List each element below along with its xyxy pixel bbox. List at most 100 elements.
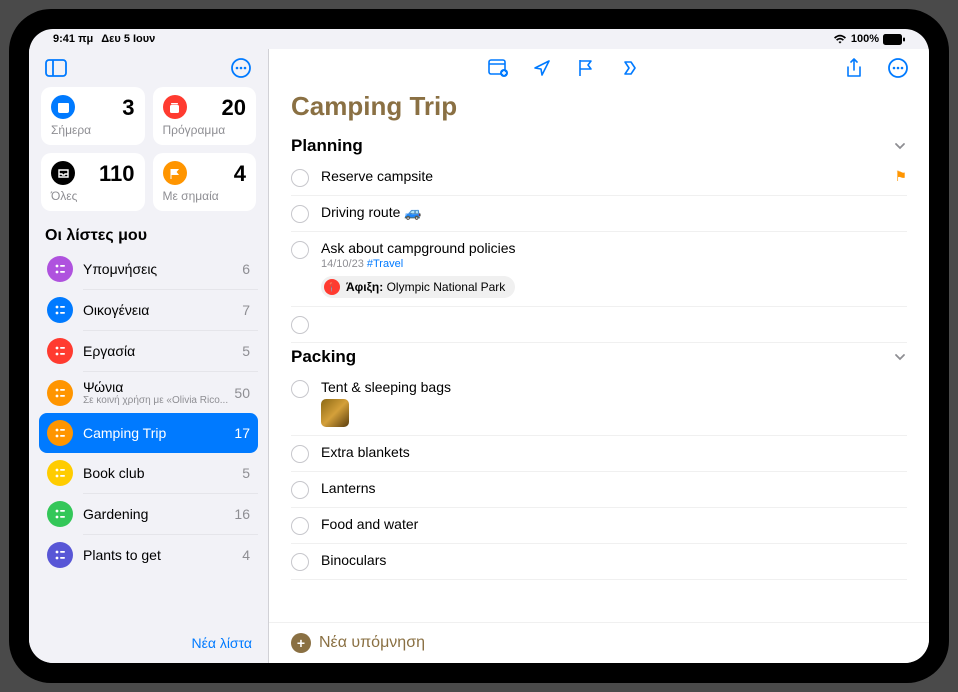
list-name-label: Plants to get [83, 547, 236, 563]
reminder-title: Lanterns [321, 480, 907, 496]
sidebar-list-item[interactable]: Gardening 16 [39, 494, 258, 534]
list-icon [47, 460, 73, 486]
reminder-checkbox[interactable] [291, 241, 309, 259]
location-chip[interactable]: 📍 Άφιξη: Olympic National Park [321, 276, 515, 298]
sidebar: 3 Σήμερα 20 Πρόγραμμα 110 Όλες 4 Με σημα… [29, 49, 269, 663]
reminder-checkbox[interactable] [291, 517, 309, 535]
list-icon [47, 501, 73, 527]
list-title: Camping Trip [269, 87, 929, 132]
calendar-icon [51, 95, 75, 119]
template-button[interactable] [485, 55, 511, 81]
section-title: Planning [291, 136, 363, 156]
reminder-checkbox[interactable] [291, 205, 309, 223]
reminder-row[interactable]: Reserve campsite ⚑ [291, 160, 907, 196]
calendar-stack-icon [163, 95, 187, 119]
reminder-row[interactable]: Lanterns [291, 472, 907, 508]
reminder-title: Reserve campsite [321, 168, 886, 184]
reminder-row[interactable]: Tent & sleeping bags [291, 371, 907, 436]
smart-list-card[interactable]: 110 Όλες [41, 153, 145, 211]
reminder-row[interactable]: Ask about campground policies 14/10/23 #T… [291, 232, 907, 307]
smart-list-label: Όλες [51, 189, 135, 203]
reminder-meta: 14/10/23 #Travel [321, 258, 907, 270]
status-bar: 9:41 πμ Δευ 5 Ιουν 100% [29, 29, 929, 49]
new-reminder-button[interactable]: + Νέα υπόμνηση [291, 633, 425, 653]
list-name-label: Εργασία [83, 343, 236, 359]
list-count: 16 [234, 506, 250, 522]
ipad-device-frame: 9:41 πμ Δευ 5 Ιουν 100% [9, 9, 949, 683]
smart-list-card[interactable]: 20 Πρόγραμμα [153, 87, 257, 145]
screen: 9:41 πμ Δευ 5 Ιουν 100% [29, 29, 929, 663]
share-button[interactable] [841, 55, 867, 81]
smart-list-card[interactable]: 3 Σήμερα [41, 87, 145, 145]
reminder-checkbox[interactable] [291, 481, 309, 499]
list-count: 5 [242, 343, 250, 359]
reminder-checkbox[interactable] [291, 169, 309, 187]
sidebar-list-item[interactable]: Plants to get 4 [39, 535, 258, 575]
tag-button[interactable] [617, 55, 643, 81]
list-name-label: Οικογένεια [83, 302, 236, 318]
reminder-checkbox[interactable] [291, 553, 309, 571]
reminder-title: Food and water [321, 516, 907, 532]
section-title: Packing [291, 347, 356, 367]
reminder-title: Binoculars [321, 552, 907, 568]
new-list-button[interactable]: Νέα λίστα [191, 635, 252, 651]
reminder-row[interactable] [291, 307, 907, 343]
status-time: 9:41 πμ [53, 33, 93, 45]
chevron-down-icon[interactable] [893, 352, 907, 362]
smart-list-count: 3 [122, 95, 134, 121]
smart-list-count: 20 [222, 95, 246, 121]
reminder-row[interactable]: Food and water [291, 508, 907, 544]
list-name-label: Ψώνια [83, 379, 228, 395]
main-area: • • • [269, 49, 929, 663]
smart-list-count: 110 [99, 161, 135, 187]
reminder-row[interactable]: Driving route 🚙 [291, 196, 907, 232]
reminder-checkbox[interactable] [291, 445, 309, 463]
new-reminder-label: Νέα υπόμνηση [319, 634, 425, 652]
list-count: 50 [234, 385, 250, 401]
sidebar-list-item[interactable]: Υπομνήσεις 6 [39, 249, 258, 289]
list-name-label: Book club [83, 465, 236, 481]
plus-icon: + [291, 633, 311, 653]
sidebar-list-item[interactable]: Ψώνια Σε κοινή χρήση με «Olivia Rico... … [39, 372, 258, 413]
list-icon [47, 542, 73, 568]
list-count: 17 [234, 425, 250, 441]
list-icon [47, 338, 73, 364]
flag-icon [163, 161, 187, 185]
list-count: 6 [242, 261, 250, 277]
flag-icon: ⚑ [894, 168, 907, 185]
reminder-title: Extra blankets [321, 444, 907, 460]
sidebar-toggle-button[interactable] [43, 55, 69, 81]
reminder-row[interactable]: Extra blankets [291, 436, 907, 472]
chevron-down-icon[interactable] [893, 141, 907, 151]
reminder-checkbox[interactable] [291, 380, 309, 398]
list-count: 7 [242, 302, 250, 318]
smart-list-label: Σήμερα [51, 123, 135, 137]
list-name-label: Camping Trip [83, 425, 228, 441]
list-icon [47, 297, 73, 323]
battery-percent: 100% [851, 33, 879, 45]
reminder-row[interactable]: Binoculars [291, 544, 907, 580]
location-label: Άφιξη: Olympic National Park [346, 280, 505, 294]
sidebar-list-item[interactable]: Οικογένεια 7 [39, 290, 258, 330]
reminder-title: Driving route 🚙 [321, 204, 907, 221]
flag-button[interactable] [573, 55, 599, 81]
attachment-thumbnail[interactable] [321, 399, 349, 427]
list-shared-label: Σε κοινή χρήση με «Olivia Rico... [83, 395, 228, 406]
location-pin-icon: 📍 [324, 279, 340, 295]
list-name-label: Υπομνήσεις [83, 261, 236, 277]
location-button[interactable] [529, 55, 555, 81]
reminder-title: Ask about campground policies [321, 240, 907, 256]
my-lists-header: Οι λίστες μου [29, 221, 268, 249]
sidebar-list-item[interactable]: Book club 5 [39, 453, 258, 493]
sidebar-list-item[interactable]: Εργασία 5 [39, 331, 258, 371]
status-date: Δευ 5 Ιουν [101, 33, 155, 45]
list-count: 5 [242, 465, 250, 481]
more-options-button[interactable] [228, 55, 254, 81]
smart-list-count: 4 [234, 161, 246, 187]
list-options-button[interactable] [885, 55, 911, 81]
smart-list-card[interactable]: 4 Με σημαία [153, 153, 257, 211]
list-name-label: Gardening [83, 506, 228, 522]
list-icon [47, 256, 73, 282]
reminder-checkbox[interactable] [291, 316, 309, 334]
sidebar-list-item[interactable]: Camping Trip 17 [39, 413, 258, 453]
